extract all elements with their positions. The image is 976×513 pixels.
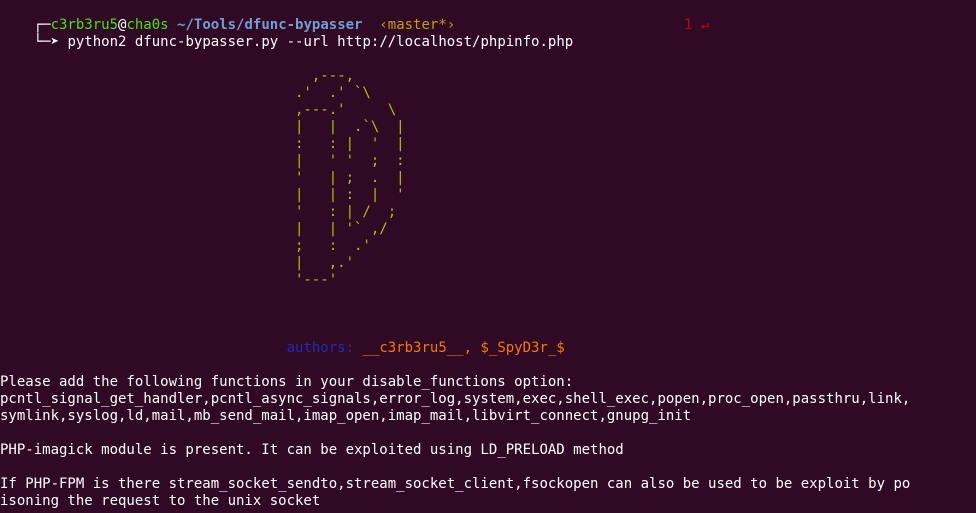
output-line-4: PHP-imagick module is present. It can be…: [0, 442, 624, 458]
output-line-5: If PHP-FPM is there stream_socket_sendto…: [0, 476, 911, 492]
ascii-art-line: | | .`\ |: [0, 119, 405, 135]
output-line-2: pcntl_signal_get_handler,pcntl_async_sig…: [0, 391, 911, 407]
ascii-art-line: ' | ; . |: [0, 170, 405, 186]
terminal-window[interactable]: ┌─c3rb3ru5@cha0s ~/Tools/dfunc-bypasser …: [0, 0, 976, 513]
exit-code-indicator: 1 ↵: [684, 17, 710, 33]
ascii-art-line: | ' ' ; :: [0, 153, 405, 169]
ascii-art-line: | ,.': [0, 255, 355, 271]
ascii-art-line: '---': [0, 272, 338, 288]
prompt-box-bottom: └─➤: [33, 34, 60, 50]
output-line-1: Please add the following functions in yo…: [0, 374, 574, 390]
authors-label: authors:: [286, 340, 355, 356]
command-line[interactable]: └─➤ python2 dfunc-bypasser.py --url http…: [0, 17, 573, 50]
command-text[interactable]: python2 dfunc-bypasser.py --url http://l…: [67, 34, 573, 50]
authors-line: authors: __c3rb3ru5__, $_SpyD3r_$: [0, 323, 565, 356]
ascii-art-line: ,---.' \: [0, 102, 397, 118]
output-line-3: symlink,syslog,ld,mail,mb_send_mail,imap…: [0, 408, 692, 424]
output-line-6: isoning the request to the unix socket: [0, 493, 321, 509]
ascii-art-line: | | : | ': [0, 187, 405, 203]
ascii-art-line: ; : .': [0, 238, 371, 254]
ascii-art-line: : : | ' |: [0, 136, 405, 152]
ascii-art-line: ,---,: [0, 68, 355, 84]
ascii-art-line: .' .' `\: [0, 85, 371, 101]
prompt-header: ┌─c3rb3ru5@cha0s ~/Tools/dfunc-bypasser …: [0, 0, 455, 33]
authors-names: __c3rb3ru5__, $_SpyD3r_$: [362, 340, 565, 356]
ascii-art-line: | | '` ,/: [0, 221, 388, 237]
ascii-art-line: ' : | / ;: [0, 204, 397, 220]
ascii-art-logo: ,---, .' .' `\ ,---.' \ | | .`\ | : : | …: [0, 68, 405, 289]
